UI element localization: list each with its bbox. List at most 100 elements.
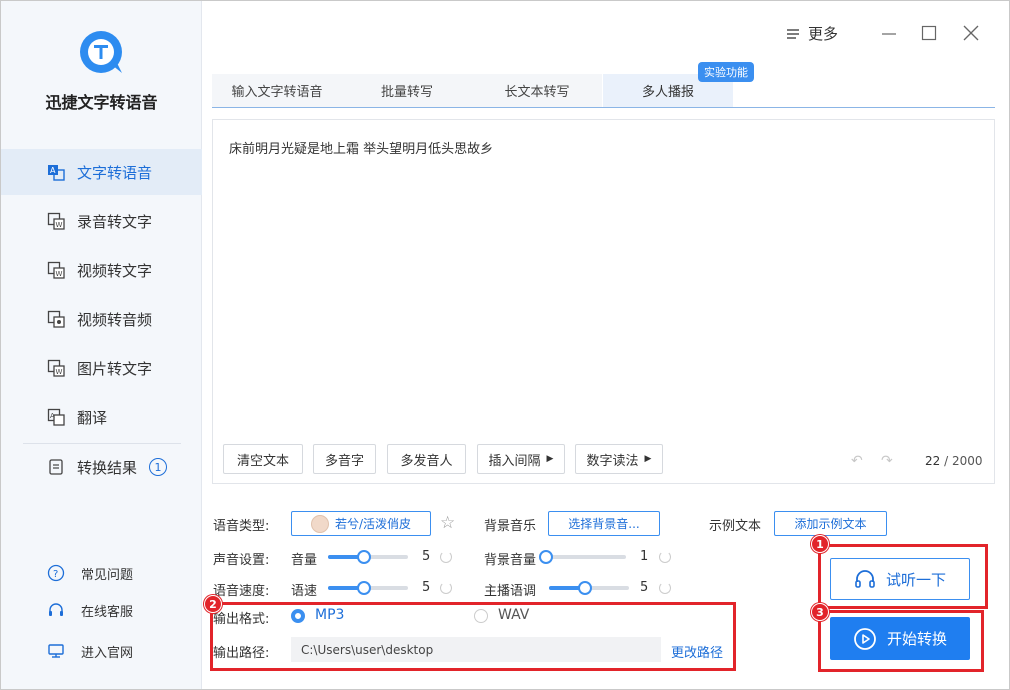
website-link[interactable]: 进入官网 — [1, 639, 202, 663]
svg-text:A: A — [50, 166, 56, 175]
reset-rate-icon[interactable] — [440, 582, 452, 594]
clear-text-button[interactable]: 清空文本 — [223, 444, 303, 474]
tab-batch[interactable]: 批量转写 — [342, 74, 472, 107]
slider-knob[interactable] — [357, 581, 371, 595]
video-text-icon: W — [47, 261, 65, 279]
recording-icon: W — [47, 212, 65, 230]
maximize-icon — [921, 25, 937, 41]
minimize-icon — [882, 33, 896, 35]
star-icon[interactable]: ☆ — [440, 513, 455, 533]
sound-settings-label: 声音设置: — [213, 553, 270, 568]
more-menu-button[interactable]: 更多 — [786, 23, 838, 44]
image-text-icon: W — [47, 359, 65, 377]
number-reading-label: 数字读法 — [586, 453, 639, 469]
results-icon — [47, 458, 65, 476]
close-button[interactable] — [961, 23, 981, 43]
sidebar-item-label: 图片转文字 — [77, 359, 153, 378]
sidebar-item-label: 录音转文字 — [77, 212, 153, 231]
svg-text:A: A — [50, 412, 55, 420]
tab-text-to-speech[interactable]: 输入文字转语音 — [212, 74, 342, 107]
sidebar-item-label: 视频转文字 — [77, 261, 153, 280]
char-count-max: / 2000 — [944, 454, 983, 468]
svg-text:W: W — [56, 270, 63, 278]
multi-speaker-button[interactable]: 多发音人 — [387, 444, 466, 474]
volume-label: 音量 — [291, 553, 318, 568]
sidebar: 迅捷文字转语音 A 文字转语音 W 录音转文字 W 视频转文字 视频转音频 W … — [1, 1, 202, 689]
bg-volume-slider[interactable] — [539, 550, 626, 564]
help-icon: ? — [47, 564, 65, 582]
more-label: 更多 — [808, 25, 839, 43]
sidebar-item-label: 转换结果 — [77, 458, 138, 477]
bg-volume-value: 1 — [640, 549, 649, 564]
number-reading-button[interactable]: 数字读法 ▶ — [575, 444, 663, 474]
slider-knob[interactable] — [539, 550, 553, 564]
char-count-value: 22 — [925, 454, 941, 468]
sidebar-item-label: 翻译 — [77, 408, 108, 427]
svg-text:W: W — [56, 221, 63, 229]
rate-label: 语速 — [291, 584, 318, 599]
triangle-right-icon: ▶ — [644, 454, 652, 464]
redo-icon[interactable]: ↷ — [881, 453, 893, 469]
sidebar-item-results[interactable]: 转换结果 1 — [1, 444, 202, 490]
polyphone-button[interactable]: 多音字 — [313, 444, 376, 474]
experimental-badge: 实验功能 — [698, 62, 754, 82]
undo-icon[interactable]: ↶ — [851, 453, 863, 469]
sidebar-item-image-to-text[interactable]: W 图片转文字 — [1, 345, 202, 391]
triangle-right-icon: ▶ — [546, 454, 554, 464]
sidebar-item-translate[interactable]: A 翻译 — [1, 394, 202, 440]
online-service-label: 在线客服 — [81, 604, 134, 620]
sidebar-item-text-to-speech[interactable]: A 文字转语音 — [1, 149, 202, 195]
insert-pause-label: 插入间隔 — [488, 453, 541, 469]
maximize-button[interactable] — [919, 23, 939, 43]
editor-text[interactable]: 床前明月光疑是地上霜 举头望明月低头思故乡 — [229, 138, 493, 157]
char-count: 22 / 2000 — [925, 454, 983, 468]
annotation-number-2: 2 — [204, 595, 222, 613]
slider-knob[interactable] — [357, 550, 371, 564]
sidebar-item-recording-to-text[interactable]: W 录音转文字 — [1, 198, 202, 244]
text-editor[interactable]: 床前明月光疑是地上霜 举头望明月低头思故乡 清空文本 多音字 多发音人 插入间隔… — [212, 119, 995, 484]
reset-pitch-icon[interactable] — [659, 582, 671, 594]
speed-label: 语音速度: — [213, 584, 270, 599]
pitch-label: 主播语调 — [484, 584, 537, 599]
volume-slider[interactable] — [328, 550, 408, 564]
insert-pause-button[interactable]: 插入间隔 ▶ — [477, 444, 565, 474]
annotation-number-3: 3 — [811, 603, 829, 621]
add-sample-text-button[interactable]: 添加示例文本 — [774, 511, 887, 536]
help-link[interactable]: ? 常见问题 — [1, 561, 202, 585]
tab-long-text[interactable]: 长文本转写 — [472, 74, 602, 107]
online-service-link[interactable]: 在线客服 — [1, 598, 202, 622]
results-count-badge: 1 — [149, 458, 168, 476]
rate-slider[interactable] — [328, 581, 408, 595]
voice-name: 若兮/活泼俏皮 — [334, 517, 412, 531]
sidebar-item-video-to-text[interactable]: W 视频转文字 — [1, 247, 202, 293]
sidebar-item-label: 文字转语音 — [77, 163, 153, 182]
close-icon — [963, 25, 979, 41]
svg-text:W: W — [56, 368, 63, 376]
headset-icon — [47, 601, 65, 619]
help-label: 常见问题 — [81, 567, 134, 583]
reset-bg-volume-icon[interactable] — [659, 551, 671, 563]
slider-knob[interactable] — [578, 581, 592, 595]
sidebar-item-video-to-audio[interactable]: 视频转音频 — [1, 296, 202, 342]
pitch-slider[interactable] — [549, 581, 629, 595]
sidebar-item-label: 视频转音频 — [77, 310, 153, 329]
app-window: 迅捷文字转语音 A 文字转语音 W 录音转文字 W 视频转文字 视频转音频 W … — [0, 0, 1010, 690]
bg-volume-label: 背景音量 — [484, 553, 537, 568]
app-name: 迅捷文字转语音 — [45, 93, 158, 112]
select-bg-music-button[interactable]: 选择背景音... — [548, 511, 660, 536]
tab-bar: 输入文字转语音 批量转写 长文本转写 多人播报 — [212, 74, 995, 108]
website-label: 进入官网 — [81, 645, 134, 661]
avatar — [310, 514, 329, 533]
annotation-box-2 — [210, 602, 736, 671]
reset-volume-icon[interactable] — [440, 551, 452, 563]
text-to-speech-icon: A — [47, 163, 65, 181]
monitor-icon — [47, 642, 65, 660]
minimize-button[interactable] — [879, 23, 899, 43]
voice-select-button[interactable]: 若兮/活泼俏皮 — [291, 511, 431, 536]
annotation-box-1 — [818, 544, 988, 609]
volume-value: 5 — [422, 549, 431, 564]
voice-type-label: 语音类型: — [213, 519, 270, 534]
menu-icon — [787, 28, 799, 39]
bg-music-label: 背景音乐 — [484, 519, 537, 534]
pitch-value: 5 — [640, 580, 649, 595]
